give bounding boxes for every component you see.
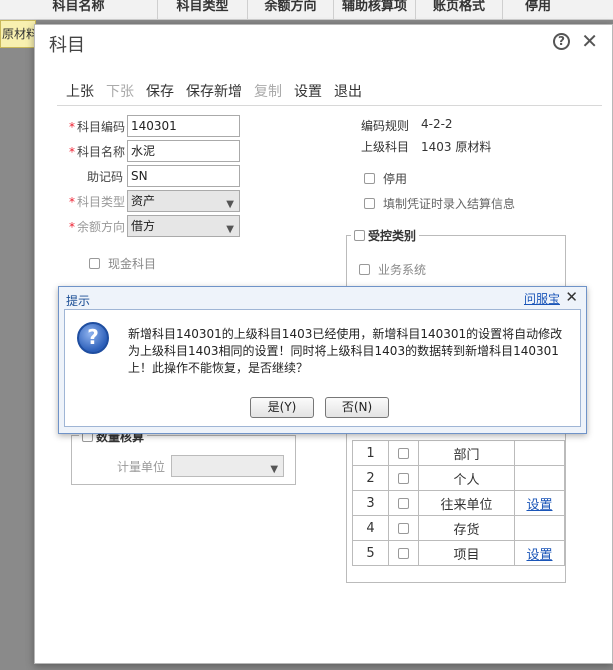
next-button[interactable]: 下张 <box>106 81 134 101</box>
yes-button[interactable]: 是(Y) <box>250 397 314 418</box>
disabled-label: 停用 <box>383 172 408 186</box>
code-rule-value: 4-2-2 <box>421 117 453 131</box>
account-type-select[interactable]: 资产 ▼ <box>127 190 240 212</box>
mnemonic-input[interactable]: SN <box>127 165 240 187</box>
col-account-type[interactable]: 科目类型 <box>158 0 248 20</box>
table-row[interactable]: 1 部门 <box>352 440 565 466</box>
grid-header: 科目名称 科目类型 余额方向 辅助核算项 账页格式 停用 <box>0 0 613 20</box>
disabled-checkbox[interactable] <box>364 173 375 184</box>
code-rule-label: 编码规则 <box>361 119 410 133</box>
business-system-checkbox[interactable] <box>359 264 370 275</box>
account-code-input[interactable]: 140301 <box>127 115 240 137</box>
toolbar: 上张 下张 保存 保存新增 复制 设置 退出 <box>66 81 374 101</box>
aux-name: 项目 <box>418 540 515 566</box>
col-ledger-format[interactable]: 账页格式 <box>416 0 503 20</box>
aux-name: 个人 <box>418 465 515 491</box>
prompt-close-icon[interactable]: ✕ <box>565 288 578 306</box>
save-and-new-button[interactable]: 保存新增 <box>186 81 242 101</box>
prompt-message: 新增科目140301的上级科目1403已经使用，新增科目140301的设置将自动… <box>128 327 563 375</box>
code-label: * 科目编码 <box>69 119 126 134</box>
help-icon[interactable]: ? <box>553 33 570 50</box>
cash-account-label: 现金科目 <box>108 257 157 271</box>
direction-label: * 余额方向 <box>69 219 126 234</box>
row-number: 1 <box>352 440 389 466</box>
chevron-down-icon: ▼ <box>270 464 279 475</box>
service-link[interactable]: 问服宝 <box>524 290 560 307</box>
col-disabled[interactable]: 停用 <box>503 0 573 20</box>
aux-name: 部门 <box>418 440 515 466</box>
prompt-title: 提示 <box>66 294 91 308</box>
unit-label: 计量单位 <box>117 459 166 474</box>
parent-account-label: 上级科目 <box>361 140 410 154</box>
table-row[interactable]: 3 往来单位 设置 <box>352 490 565 516</box>
code-rule-row: 编码规则 4-2-2 <box>361 117 453 134</box>
settle-info-label: 填制凭证时录入结算信息 <box>383 197 516 211</box>
balance-direction-select[interactable]: 借方 ▼ <box>127 215 240 237</box>
save-button[interactable]: 保存 <box>146 81 174 101</box>
grid-row-cell[interactable]: 原材料 <box>0 20 36 48</box>
aux-checkbox[interactable] <box>398 447 409 459</box>
settle-info-checkbox[interactable] <box>364 198 375 209</box>
col-aux-accounting[interactable]: 辅助核算项 <box>334 0 416 20</box>
prompt-body: ? 新增科目140301的上级科目1403已经使用，新增科目140301的设置将… <box>64 309 581 427</box>
mnemonic-label: 助记码 <box>87 169 124 184</box>
aux-checkbox[interactable] <box>398 547 409 559</box>
confirm-prompt: 提示 问服宝 ✕ ? 新增科目140301的上级科目1403已经使用，新增科目1… <box>58 286 587 434</box>
chevron-down-icon: ▼ <box>226 224 234 235</box>
unit-row: 计量单位 ▼ <box>117 455 285 477</box>
account-name-input[interactable]: 水泥 <box>127 140 240 162</box>
business-system-row: 业务系统 <box>359 261 426 278</box>
code-row: * 科目编码 140301 <box>69 115 240 137</box>
aux-accounting-table: 1 部门 2 个人 3 往来单位 设置 4 存货 5 项目 设置 <box>352 440 565 566</box>
question-icon: ? <box>77 322 109 354</box>
controlled-category-legend: 受控类别 <box>351 227 420 244</box>
business-system-label: 业务系统 <box>378 263 427 277</box>
aux-name: 往来单位 <box>418 490 515 516</box>
name-row: * 科目名称 水泥 <box>69 140 240 162</box>
mnemonic-row: 助记码 SN <box>69 165 240 187</box>
type-row: * 科目类型 资产 ▼ <box>69 190 240 212</box>
exit-button[interactable]: 退出 <box>334 81 362 101</box>
type-label: * 科目类型 <box>69 194 126 209</box>
cash-account-row: 现金科目 <box>89 255 156 272</box>
aux-name: 存货 <box>418 515 515 541</box>
row-number: 2 <box>352 465 389 491</box>
controlled-category-checkbox[interactable] <box>354 230 365 241</box>
aux-checkbox[interactable] <box>398 497 409 509</box>
unit-select[interactable]: ▼ <box>171 455 285 477</box>
aux-checkbox[interactable] <box>398 522 409 534</box>
aux-settings-link[interactable]: 设置 <box>526 548 552 563</box>
aux-settings-link[interactable]: 设置 <box>526 498 552 513</box>
close-icon[interactable]: ✕ <box>581 29 598 53</box>
name-label: * 科目名称 <box>69 144 126 159</box>
row-number: 4 <box>352 515 389 541</box>
controlled-category-title: 受控类别 <box>368 229 417 243</box>
direction-row: * 余额方向 借方 ▼ <box>69 215 240 237</box>
toolbar-divider <box>57 105 602 106</box>
no-button[interactable]: 否(N) <box>325 397 389 418</box>
col-account-name[interactable]: 科目名称 <box>0 0 158 20</box>
table-row[interactable]: 5 项目 设置 <box>352 540 565 566</box>
row-number: 5 <box>352 540 389 566</box>
col-balance-direction[interactable]: 余额方向 <box>248 0 334 20</box>
aux-checkbox[interactable] <box>398 472 409 484</box>
row-number: 3 <box>352 490 389 516</box>
settings-button[interactable]: 设置 <box>294 81 322 101</box>
dialog-title: 科目 <box>49 35 85 56</box>
cash-account-checkbox[interactable] <box>89 258 100 269</box>
copy-button[interactable]: 复制 <box>254 81 282 101</box>
parent-account-row: 上级科目 1403 原材料 <box>361 138 491 155</box>
disabled-row: 停用 <box>364 170 407 187</box>
table-row[interactable]: 2 个人 <box>352 465 565 491</box>
table-row[interactable]: 4 存货 <box>352 515 565 541</box>
prev-button[interactable]: 上张 <box>66 81 94 101</box>
parent-account-value: 1403 原材料 <box>421 140 492 154</box>
settle-info-row: 填制凭证时录入结算信息 <box>364 195 515 212</box>
chevron-down-icon: ▼ <box>226 199 234 210</box>
